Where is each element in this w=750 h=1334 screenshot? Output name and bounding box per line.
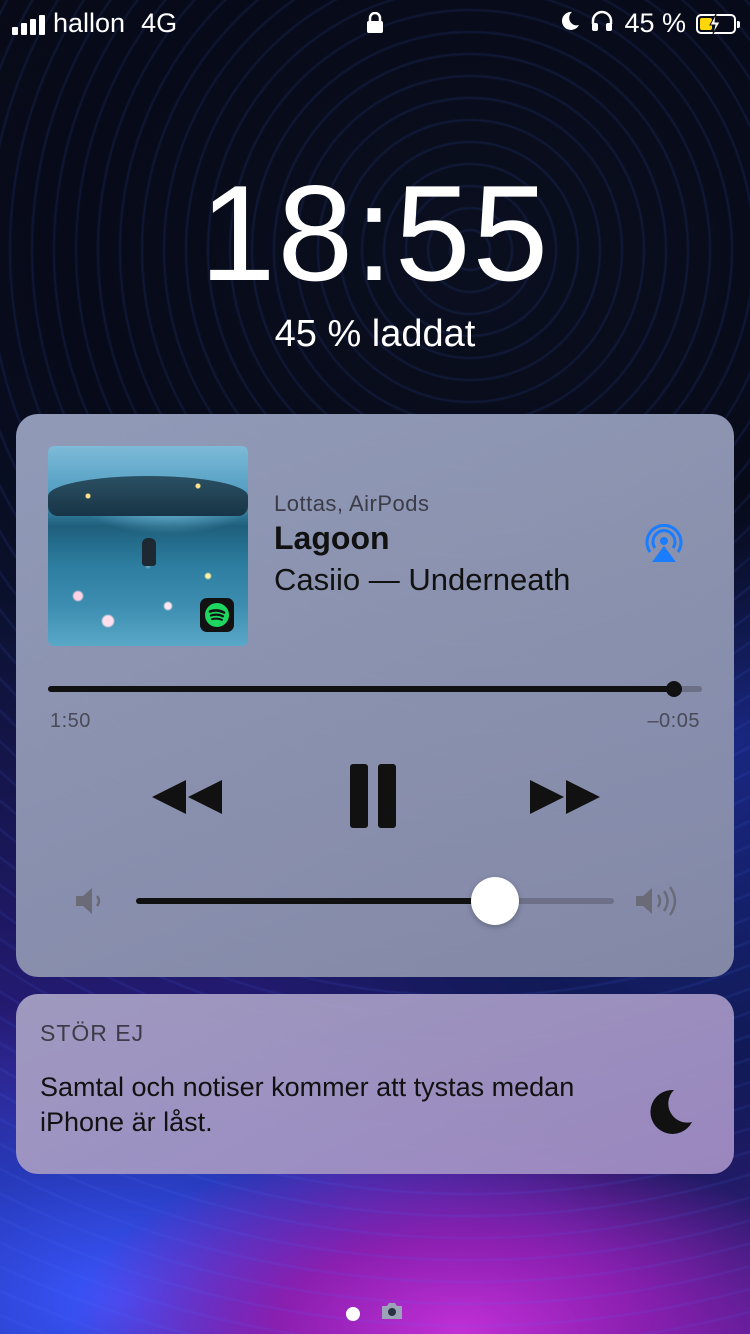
camera-icon[interactable] xyxy=(380,1302,404,1325)
status-bar: hallon 4G 45 % xyxy=(0,0,750,48)
do-not-disturb-card[interactable]: STÖR EJ Samtal och notiser kommer att ty… xyxy=(16,994,734,1174)
volume-high-icon xyxy=(634,886,684,921)
artwork-figure xyxy=(142,538,156,566)
output-device: Lottas, AirPods xyxy=(274,491,430,516)
now-playing-card[interactable]: Lottas, AirPods Lagoon Casiio — Undernea… xyxy=(16,414,734,977)
status-right: 45 % xyxy=(558,8,740,39)
dnd-message: Samtal och notiser kommer att tystas med… xyxy=(40,1072,575,1137)
headphones-icon xyxy=(590,8,614,39)
album-artwork[interactable] xyxy=(48,446,248,646)
pause-button[interactable] xyxy=(348,762,402,837)
battery-charging-icon xyxy=(696,13,740,34)
playback-scrubber-handle[interactable] xyxy=(665,681,682,697)
volume-slider[interactable] xyxy=(136,877,614,925)
volume-level xyxy=(136,898,495,904)
song-title: Lagoon xyxy=(274,520,390,556)
elapsed-time: 1:50 xyxy=(50,710,91,732)
volume-slider-handle[interactable] xyxy=(470,877,519,925)
spotify-icon xyxy=(200,598,234,632)
remaining-time: –0:05 xyxy=(647,710,700,732)
lockscreen-time: 18:55 xyxy=(199,157,551,309)
charging-status: 45 % laddat xyxy=(274,313,476,355)
rewind-icon xyxy=(152,780,222,814)
pause-icon xyxy=(350,764,396,828)
moon-icon xyxy=(558,8,580,39)
volume-low-icon xyxy=(74,886,108,921)
page-indicator xyxy=(0,1302,750,1325)
dnd-heading: STÖR EJ xyxy=(40,1020,145,1046)
lock-icon xyxy=(366,11,384,39)
playback-progress xyxy=(48,686,674,692)
carrier-name: hallon xyxy=(53,8,126,38)
moon-icon xyxy=(640,1086,694,1145)
airplay-icon[interactable] xyxy=(642,523,686,569)
signal-icon xyxy=(12,13,45,35)
artist-album: Casiio — Underneath xyxy=(274,562,571,597)
network-type: 4G xyxy=(141,8,178,38)
status-left: hallon 4G xyxy=(12,8,177,39)
fast-forward-button[interactable] xyxy=(528,762,602,837)
playback-scrubber[interactable] xyxy=(48,681,702,697)
rewind-button[interactable] xyxy=(150,762,224,837)
battery-percent: 45 % xyxy=(624,8,686,38)
fast-forward-icon xyxy=(530,780,600,814)
page-dot-current[interactable] xyxy=(346,1306,360,1321)
